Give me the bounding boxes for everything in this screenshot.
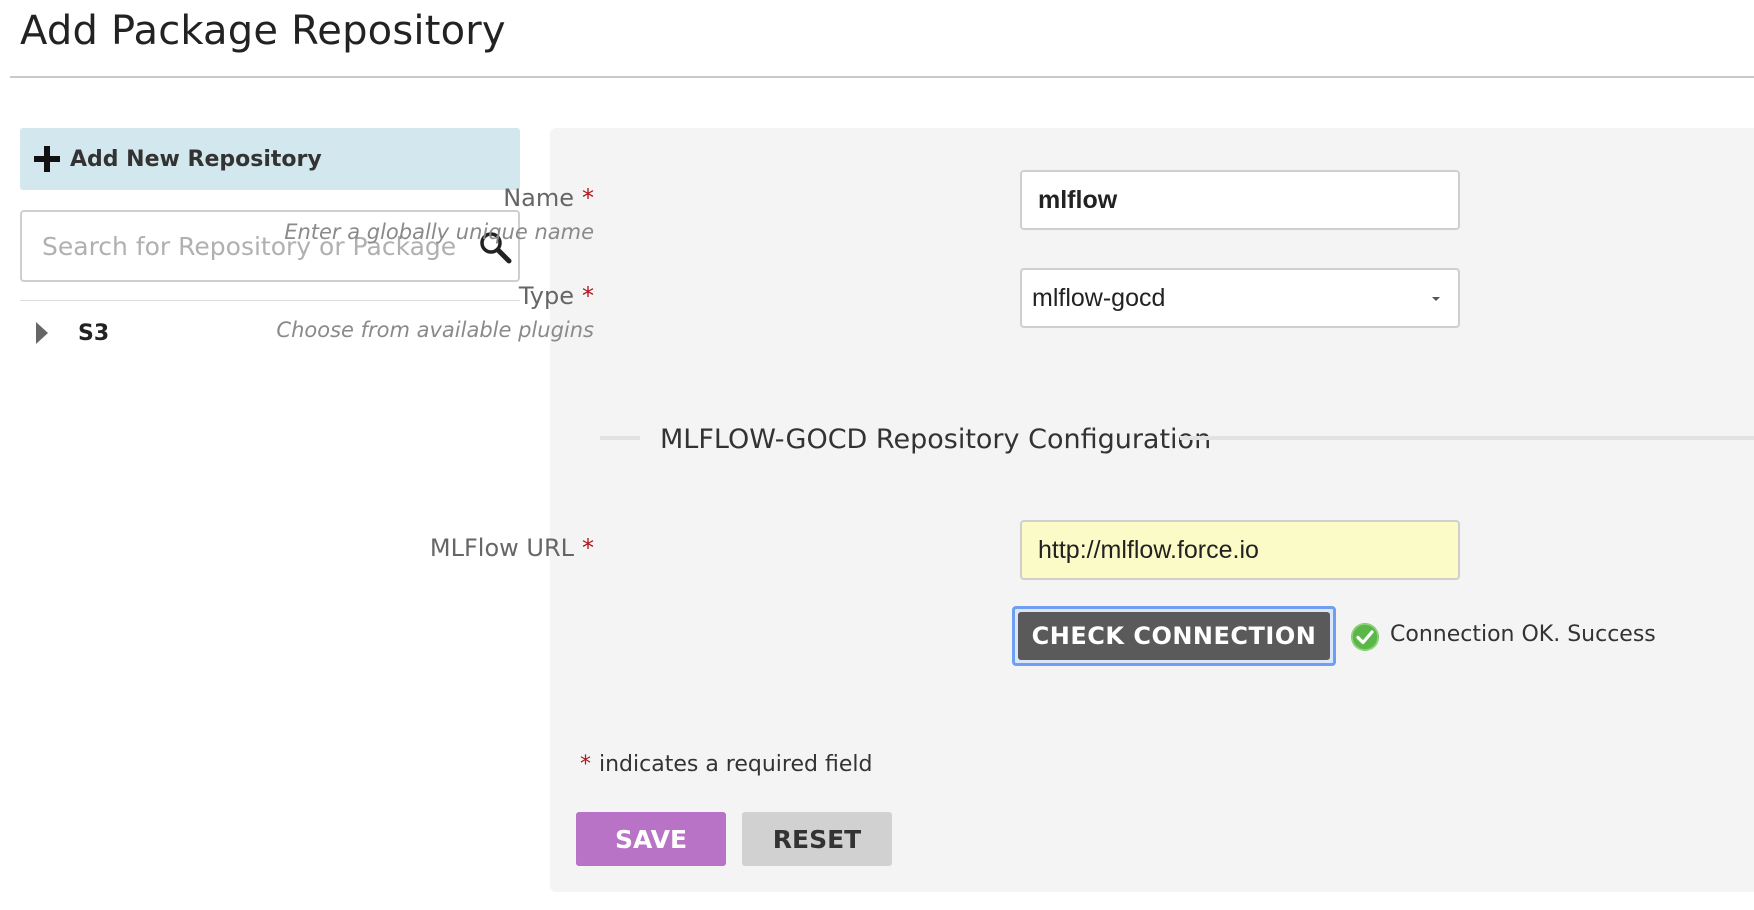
type-label-text: Type (518, 282, 574, 310)
name-label: Name * (503, 184, 594, 212)
section-divider-left (600, 436, 640, 440)
title-divider (10, 76, 1754, 78)
mlflow-url-input[interactable] (1020, 520, 1460, 580)
sidebar-divider (20, 300, 520, 301)
mlflow-url-label-text: MLFlow URL (429, 534, 574, 562)
required-marker: * (582, 534, 594, 562)
check-connection-button[interactable]: CHECK CONNECTION (1018, 612, 1330, 660)
required-marker: * (582, 184, 594, 212)
type-selected-value: mlflow-gocd (1032, 283, 1166, 312)
plus-icon (34, 146, 60, 172)
required-note-text: indicates a required field (599, 752, 873, 777)
name-hint: Enter a globally unique name (284, 220, 594, 244)
name-label-text: Name (503, 184, 574, 212)
repository-form-panel (550, 128, 1754, 892)
save-button[interactable]: SAVE (576, 812, 726, 866)
type-select[interactable]: mlflow-gocd (1020, 268, 1460, 328)
required-marker: * (580, 752, 591, 777)
tree-item-s3[interactable]: S3 (36, 316, 109, 350)
caret-right-icon[interactable] (36, 322, 48, 344)
required-marker: * (582, 282, 594, 310)
mlflow-url-label: MLFlow URL * (430, 534, 594, 562)
section-title: MLFLOW-GOCD Repository Configuration (660, 424, 1212, 455)
check-connection-focus-ring: CHECK CONNECTION (1012, 606, 1336, 666)
type-label: Type * (519, 282, 594, 310)
tree-item-label: S3 (78, 320, 110, 346)
page-title: Add Package Repository (20, 8, 506, 54)
reset-button[interactable]: RESET (742, 812, 892, 866)
chevron-down-icon (1432, 297, 1440, 301)
required-field-note: * indicates a required field (580, 752, 872, 777)
type-hint: Choose from available plugins (276, 318, 594, 342)
name-input[interactable] (1020, 170, 1460, 230)
add-new-repository-button[interactable]: Add New Repository (20, 128, 520, 190)
check-circle-icon (1351, 623, 1379, 651)
connection-status: Connection OK. Success (1390, 622, 1656, 647)
add-new-repository-label: Add New Repository (70, 146, 322, 172)
section-divider-right (1180, 436, 1754, 440)
